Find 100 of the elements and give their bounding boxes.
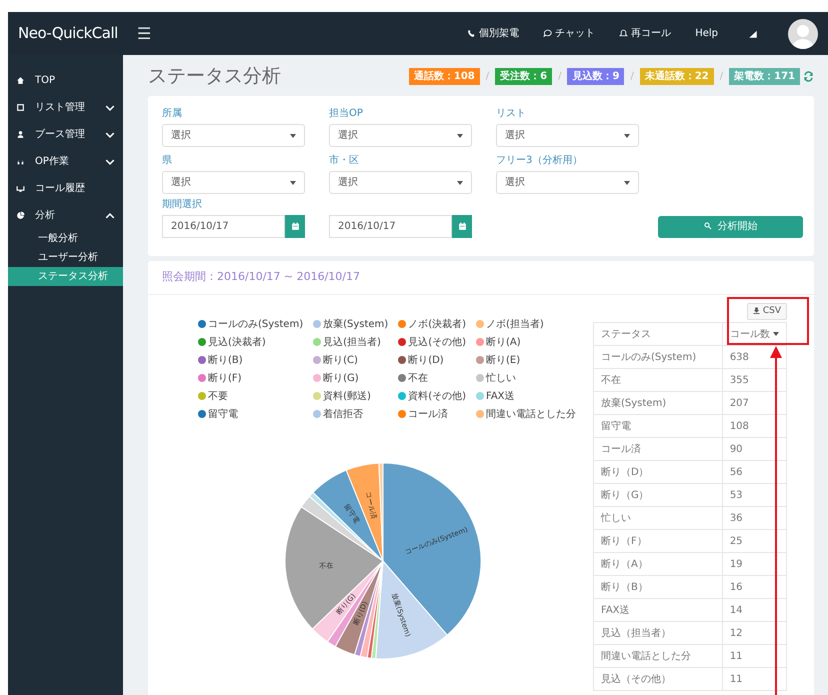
legend-item[interactable]: 間違い電話とした分 — [476, 406, 578, 422]
count-badge: 受注数：6 — [495, 68, 552, 84]
legend-item[interactable]: 資料(その他) — [398, 388, 468, 404]
table-cell: コールのみ(System) — [594, 346, 722, 368]
legend-item[interactable]: 断り(F) — [198, 370, 306, 386]
table-cell: 19 — [722, 552, 786, 576]
csv-button[interactable]: CSV — [746, 302, 787, 320]
legend-item[interactable]: コール済 — [398, 406, 468, 422]
sidebar-item[interactable]: OP作業 — [8, 148, 123, 175]
table-cell: 25 — [722, 530, 786, 552]
field-label: 市・区 — [329, 154, 360, 168]
legend-item[interactable]: 断り(E) — [476, 352, 578, 368]
legend-item[interactable]: ノボ(決裁者) — [398, 316, 468, 332]
legend-item[interactable]: FAX送 — [476, 388, 578, 404]
chat-icon — [543, 29, 552, 38]
table-cell: 間違い電話とした分 — [594, 644, 722, 668]
table-cell: 12 — [722, 622, 786, 644]
table-cell: 36 — [722, 506, 786, 530]
table-cell: FAX送 — [594, 598, 722, 622]
count-badge: 未通話数：22 — [640, 68, 714, 84]
legend-item[interactable]: 不在 — [398, 370, 468, 386]
count-badge: 見込数：9 — [567, 68, 624, 84]
table-cell: 放棄(System) — [594, 392, 722, 414]
legend-item[interactable]: 忙しい — [476, 370, 578, 386]
table-cell: 14 — [722, 598, 786, 622]
user-avatar[interactable] — [788, 18, 818, 48]
table-cell: 見込（その他） — [594, 668, 722, 690]
separator: / — [558, 70, 562, 84]
nav-link[interactable]: チャット — [543, 26, 596, 41]
sidebar-item[interactable]: ブース管理 — [8, 121, 123, 148]
calendar-icon — [290, 222, 300, 230]
table-cell: 断り（A） — [594, 552, 722, 576]
table-cell: 53 — [722, 484, 786, 506]
table-cell: 不在 — [594, 368, 722, 392]
table-cell: 断り（B） — [594, 576, 722, 598]
sidebar-item[interactable]: TOP — [8, 67, 123, 94]
table-cell: 断り（G） — [594, 484, 722, 506]
legend-item[interactable]: コールのみ(System) — [198, 316, 306, 332]
legend-item[interactable]: 留守電 — [198, 406, 306, 422]
legend-item[interactable]: 着信拒否 — [313, 406, 390, 422]
field-label: フリー3（分析用） — [496, 154, 584, 168]
legend-item[interactable]: 資料(郵送) — [313, 388, 390, 404]
separator: / — [720, 70, 724, 84]
sidebar-item[interactable]: コール履歴 — [8, 175, 123, 202]
legend-item[interactable]: 見込(担当者) — [313, 334, 390, 350]
nav-link[interactable]: 個別架電 — [467, 26, 520, 41]
refresh-icon — [803, 70, 814, 82]
select-field[interactable]: 選択 — [162, 124, 305, 147]
sidebar-subitem[interactable]: ユーザー分析 — [8, 248, 123, 267]
legend-item[interactable]: 断り(D) — [398, 352, 468, 368]
table-cell: 11 — [722, 668, 786, 690]
person-icon — [16, 130, 25, 139]
legend-item[interactable]: 断り(C) — [313, 352, 390, 368]
caret-icon — [457, 180, 463, 184]
select-field[interactable]: 選択 — [162, 171, 305, 194]
legend-item[interactable]: 断り(A) — [476, 334, 578, 350]
nav-link[interactable]: 再コール — [619, 26, 672, 41]
calendar-button[interactable] — [285, 214, 305, 238]
legend-item[interactable]: ノボ(担当者) — [476, 316, 578, 332]
field-label: 期間選択 — [162, 198, 203, 212]
table-cell: 56 — [722, 460, 786, 484]
legend-item[interactable]: 不要 — [198, 388, 306, 404]
caret-icon — [457, 134, 463, 138]
select-field[interactable]: 選択 — [496, 171, 639, 194]
calendar-button[interactable] — [452, 214, 472, 238]
field-label: 所属 — [162, 106, 183, 121]
bell-icon — [619, 29, 628, 38]
table-cell: 90 — [722, 438, 786, 460]
select-field[interactable]: 選択 — [329, 124, 472, 147]
phone-icon — [467, 29, 476, 38]
column-header[interactable]: ステータス — [594, 322, 722, 346]
sidebar-item[interactable]: 分析 — [8, 202, 123, 229]
logo[interactable]: Neo-QuickCall — [18, 22, 133, 45]
table-cell: 207 — [722, 392, 786, 414]
legend-item[interactable]: 放棄(System) — [313, 316, 390, 332]
table-cell: 断り（D） — [594, 460, 722, 484]
select-field[interactable]: 選択 — [496, 124, 639, 147]
list-icon — [16, 103, 25, 112]
legend-item[interactable]: 断り(G) — [313, 370, 390, 386]
caret-icon — [290, 134, 296, 138]
nav-link[interactable]: Help — [695, 26, 718, 41]
monitor-icon — [16, 184, 25, 193]
sidebar-subitem[interactable]: 一般分析 — [8, 229, 123, 248]
field-label: リスト — [496, 107, 527, 121]
legend-item[interactable]: 見込(その他) — [398, 334, 468, 350]
field-label: 県 — [162, 154, 173, 168]
calendar-icon — [458, 222, 466, 230]
legend-item[interactable]: 見込(決裁者) — [198, 334, 306, 350]
table-cell: コール済 — [594, 438, 722, 460]
table-cell: 11 — [722, 644, 786, 668]
pie-chart-icon — [16, 211, 25, 220]
sidebar-item[interactable]: リスト管理 — [8, 94, 123, 121]
legend-item[interactable]: 断り(B) — [198, 352, 306, 368]
select-field[interactable]: 選択 — [329, 171, 472, 194]
table-cell: 16 — [722, 576, 786, 598]
table-cell: 355 — [722, 368, 786, 392]
signal-icon — [748, 28, 758, 38]
column-header[interactable]: コール数 — [722, 322, 786, 346]
caret-icon — [624, 180, 630, 184]
count-badge: 架電数：171 — [729, 68, 800, 84]
